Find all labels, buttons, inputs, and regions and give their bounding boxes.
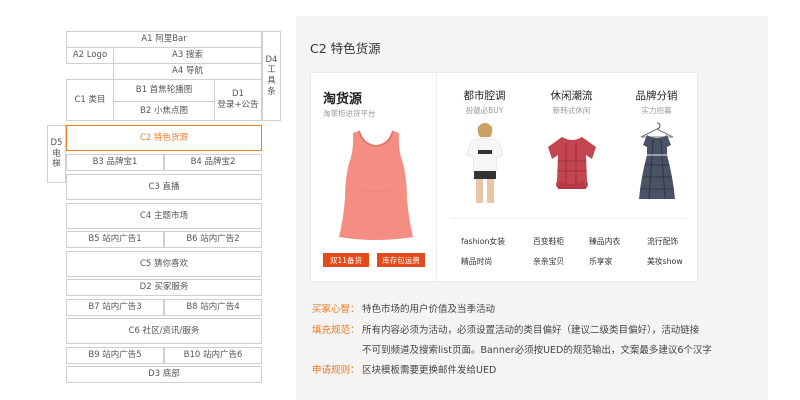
rule-text-fill-spec-line1: 所有内容必须为活动，必须设置活动的类目偏好（建议二级类目偏好），活动链接 <box>362 325 700 336</box>
block-b10: B10 站内广告6 <box>164 347 262 364</box>
block-a1: A1 阿里Bar <box>66 31 262 48</box>
category-title: 品牌分销 <box>635 90 678 102</box>
channel-link[interactable]: 臻品内衣 <box>589 236 620 247</box>
channel-link[interactable]: 乐享家 <box>589 256 612 267</box>
block-d1: D1 登录+公告 <box>214 79 262 121</box>
block-d4: D4 工 具 条 <box>262 31 281 121</box>
featured-subtitle: 淘掌柜进货平台 <box>323 109 376 118</box>
channel-link[interactable]: 美妆show <box>647 256 683 267</box>
category-brand-distribution[interactable]: 品牌分销 实力招募 <box>613 73 700 213</box>
panel-title: C2 特色货源 <box>310 41 381 56</box>
block-d4-char-2: 具 <box>267 76 276 86</box>
block-d4-code: D4 <box>265 54 278 65</box>
pink-tank-top-image <box>339 130 413 240</box>
category-subtitle: 实力招募 <box>641 106 672 115</box>
block-a2: A2 Logo <box>66 47 114 64</box>
category-subtitle: 扮靓必BUY <box>465 106 504 115</box>
rule-text-fill-spec-line2: 不可到频道及搜索list页面。Banner必须按UED的规范输出，文案最多建议6… <box>362 345 712 356</box>
model-white-tee-image <box>466 123 504 203</box>
block-d5-char-1: 电 <box>52 148 61 159</box>
block-c1: C1 类目 <box>66 79 114 121</box>
block-b5: B5 站内广告1 <box>66 231 164 248</box>
block-b9: B9 站内广告5 <box>66 347 164 364</box>
category-urban[interactable]: 都市腔调 扮靓必BUY <box>441 73 528 213</box>
rule-label-fill-spec: 填充规范： <box>312 325 360 336</box>
block-b4: B4 品牌宝2 <box>164 154 262 171</box>
block-d5-code: D5 <box>50 138 63 149</box>
block-b1: B1 首焦轮播图 <box>113 79 215 102</box>
block-d5-char-2: 梯 <box>52 159 61 170</box>
rule-label-apply: 申请规则： <box>312 365 360 376</box>
block-d4-char-3: 条 <box>267 86 276 97</box>
red-plaid-blouse-image <box>548 137 596 189</box>
featured-title: 淘货源 <box>323 92 363 107</box>
block-b3: B3 品牌宝1 <box>66 154 164 171</box>
block-d5: D5 电 梯 <box>47 125 66 183</box>
block-b6: B6 站内广告2 <box>164 231 262 248</box>
category-title: 都市腔调 <box>463 90 506 102</box>
plaid-dress-image <box>639 122 675 200</box>
block-c2-selected[interactable]: C2 特色货源 <box>66 125 262 151</box>
channel-link[interactable]: 流行配饰 <box>647 236 678 247</box>
block-b8: B8 站内广告4 <box>164 299 262 316</box>
block-d2: D2 买家服务 <box>66 279 262 296</box>
block-d1-code: D1 <box>232 89 244 100</box>
channel-link[interactable]: 精品时尚 <box>461 256 492 267</box>
block-a4: A4 导航 <box>113 63 262 80</box>
block-b7: B7 站内广告3 <box>66 299 164 316</box>
channel-link[interactable]: fashion女装 <box>461 236 505 247</box>
channel-link[interactable]: 百变鞋柜 <box>533 236 564 247</box>
block-c6: C6 社区/资讯/服务 <box>66 318 262 344</box>
category-subtitle: 新韩式休闲 <box>552 106 591 115</box>
channel-link[interactable]: 亲亲宝贝 <box>533 256 564 267</box>
block-c5: C5 猜你喜欢 <box>66 251 262 277</box>
category-casual[interactable]: 休闲潮流 新韩式休闲 <box>528 73 615 213</box>
rule-label-buyer-mindset: 买家心智： <box>312 304 360 315</box>
rule-text-buyer-mindset: 特色市场的用户价值及当季活动 <box>362 304 496 315</box>
promo-tag-double11[interactable]: 双11备货 <box>323 253 369 267</box>
block-d1-label: 登录+公告 <box>217 100 259 110</box>
rule-text-apply: 区块模板需要更换邮件发给UED <box>362 365 497 376</box>
block-d4-char-1: 工 <box>267 65 276 76</box>
module-preview-card: 淘货源 淘掌柜进货平台 双11备货 库存包运费 都市腔调 扮靓必BUY 休闲潮流… <box>310 72 700 283</box>
promo-tag-free-shipping[interactable]: 库存包运费 <box>377 253 425 267</box>
block-c3: C3 直播 <box>66 174 262 200</box>
links-divider <box>451 218 687 219</box>
block-c4: C4 主题市场 <box>66 203 262 229</box>
block-a3: A3 搜索 <box>113 47 262 64</box>
category-title: 休闲潮流 <box>550 90 593 102</box>
module-detail-panel: C2 特色货源 淘货源 淘掌柜进货平台 双11备货 库存包运费 都市腔调 扮靓必… <box>296 16 768 400</box>
featured-column[interactable]: 淘货源 淘掌柜进货平台 双11备货 库存包运费 <box>311 73 437 283</box>
block-d3: D3 底部 <box>66 366 262 383</box>
block-b2: B2 小焦点图 <box>113 101 215 121</box>
